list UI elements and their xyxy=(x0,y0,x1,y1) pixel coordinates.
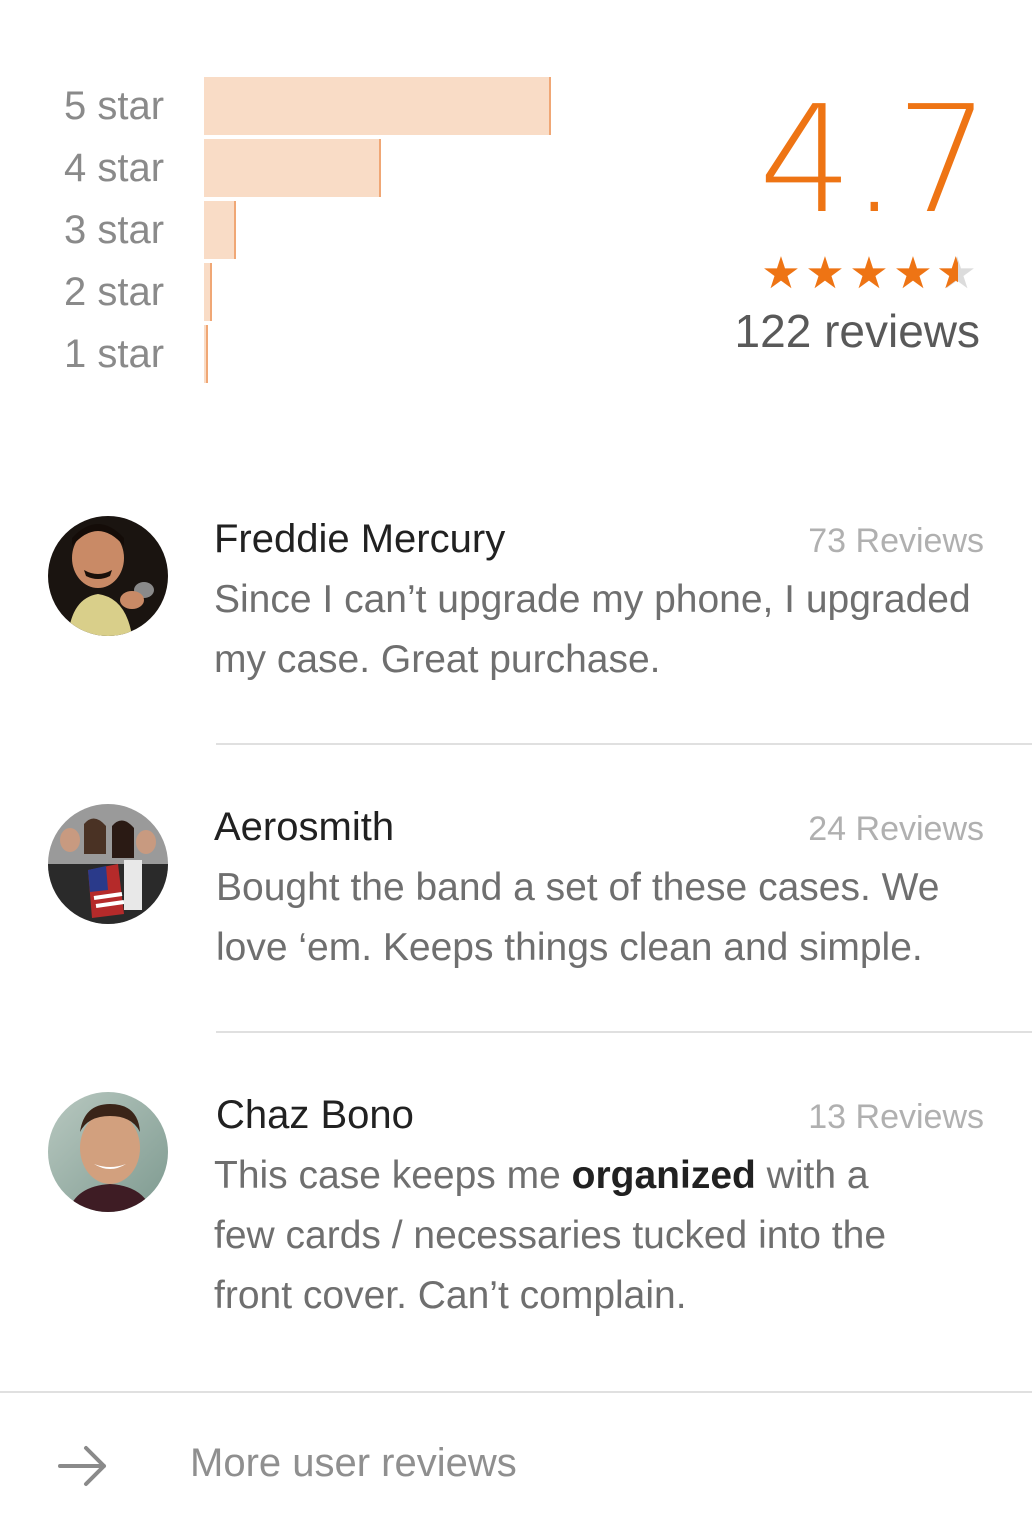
total-reviews: 122 reviews xyxy=(734,305,980,357)
arrow-right-icon xyxy=(58,1446,106,1486)
average-rating: 4.7 xyxy=(758,74,990,246)
avatar[interactable] xyxy=(48,1092,168,1212)
star-icon: ★ xyxy=(761,249,803,298)
histogram-bar xyxy=(204,325,208,383)
histogram-label: 1 star xyxy=(64,332,165,376)
divider xyxy=(216,743,1032,745)
review-text: Since I can’t upgrade my phone, I upgrad… xyxy=(214,578,971,681)
histogram-label: 5 star xyxy=(64,84,165,128)
more-user-reviews-label: More user reviews xyxy=(190,1441,517,1485)
reviewer-review-count: 73 Reviews xyxy=(808,522,984,560)
review-text: This case keeps me organized with a few … xyxy=(214,1146,914,1326)
rating-summary: 4.7 ★★★★★ ★ 122 reviews xyxy=(620,76,990,360)
histogram-row-5: 5 star xyxy=(0,76,640,136)
histogram-label: 4 star xyxy=(64,146,165,190)
histogram-bar xyxy=(204,201,236,259)
star-icon: ★ xyxy=(849,249,891,298)
reviewer-name: Freddie Mercury xyxy=(214,517,506,561)
rating-histogram: 5 star 4 star 3 star 2 star 1 star xyxy=(0,76,640,388)
reviewer-name: Aerosmith xyxy=(214,805,395,849)
histogram-bar xyxy=(204,139,381,197)
histogram-bar xyxy=(204,77,551,135)
histogram-row-3: 3 star xyxy=(0,200,640,260)
star-icon: ★ xyxy=(893,249,935,298)
review-text-part: This case keeps me xyxy=(214,1154,572,1197)
footer-divider xyxy=(0,1391,1032,1393)
reviewer-name: Chaz Bono xyxy=(216,1093,414,1137)
divider xyxy=(216,1031,1032,1033)
histogram-row-1: 1 star xyxy=(0,324,640,384)
review-text-emphasis: organized xyxy=(571,1154,756,1197)
review-text: Bought the band a set of these cases. We… xyxy=(216,866,940,969)
more-user-reviews-link[interactable]: More user reviews xyxy=(0,1396,1032,1536)
histogram-label: 3 star xyxy=(64,208,165,252)
half-star-icon: ★ ★ xyxy=(936,249,979,298)
reviewer-review-count: 24 Reviews xyxy=(808,810,984,848)
reviewer-review-count: 13 Reviews xyxy=(808,1098,984,1136)
avatar[interactable] xyxy=(48,804,168,924)
histogram-label: 2 star xyxy=(64,270,165,314)
star-icon: ★ xyxy=(805,249,847,298)
histogram-row-4: 4 star xyxy=(0,138,640,198)
star-rating: ★★★★★ ★ xyxy=(620,252,980,296)
histogram-bar xyxy=(204,263,212,321)
avatar[interactable] xyxy=(48,516,168,636)
histogram-row-2: 2 star xyxy=(0,262,640,322)
